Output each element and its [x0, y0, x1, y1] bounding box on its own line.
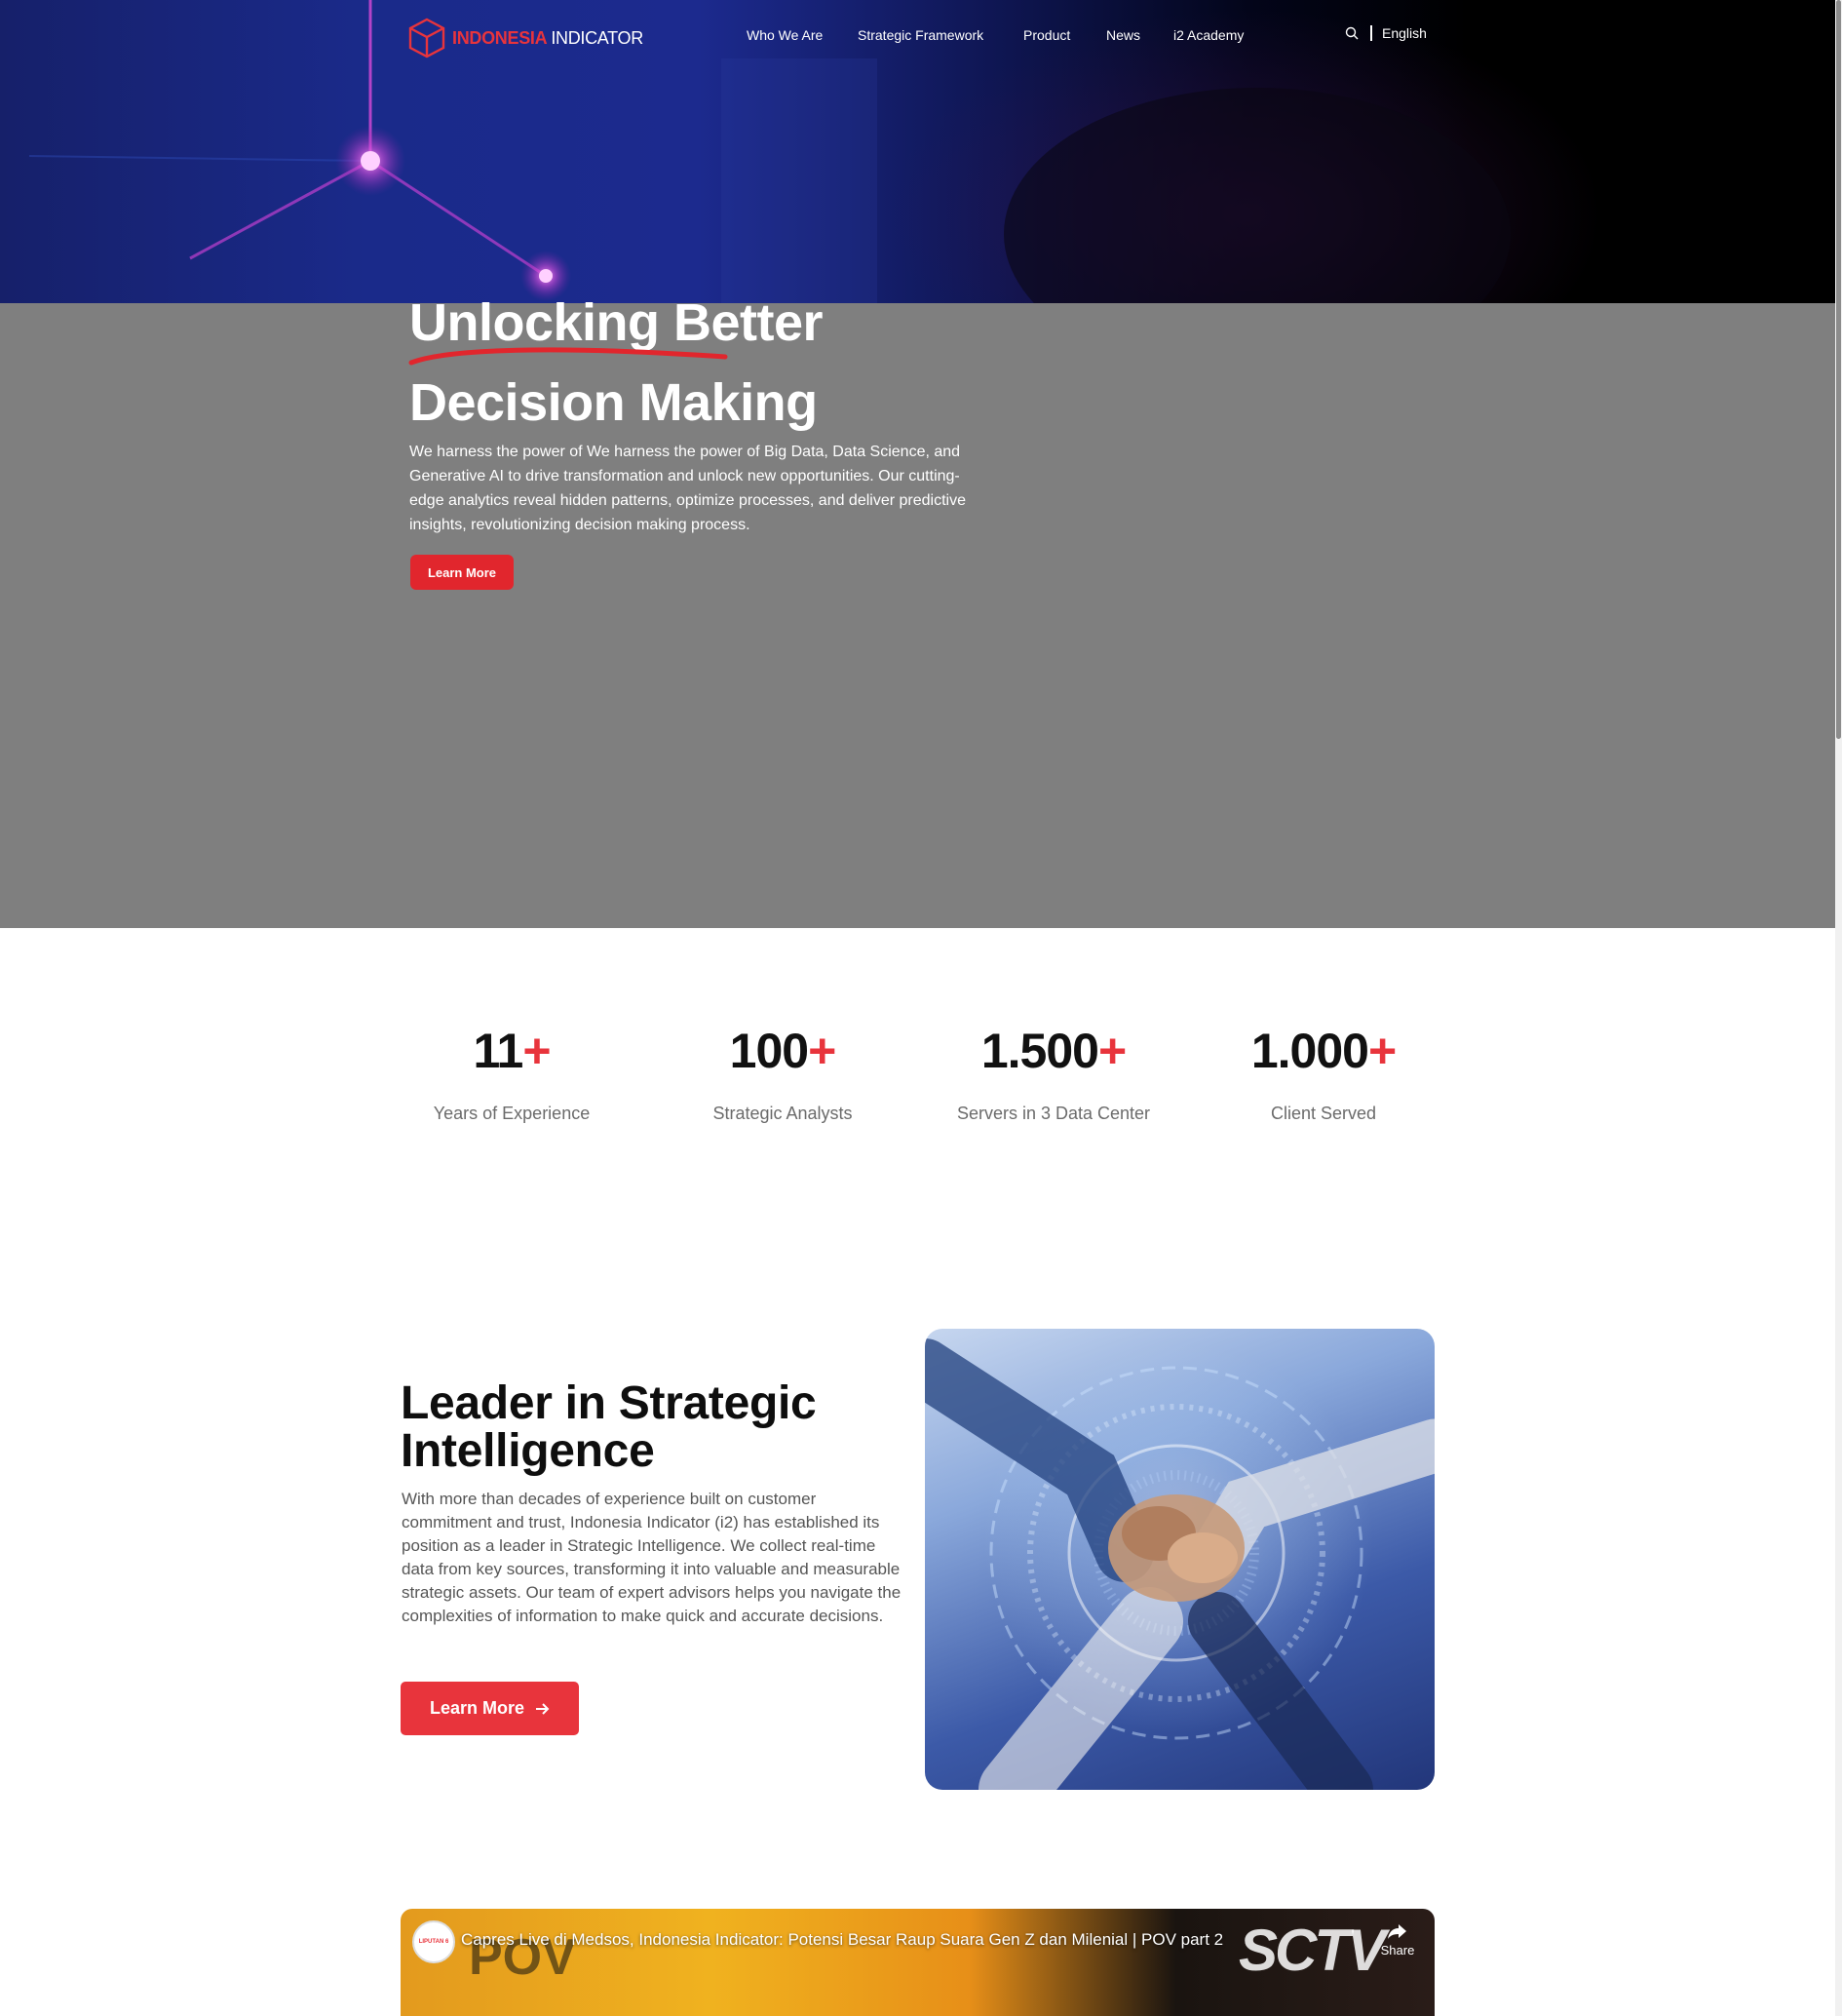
main-navigation: Who We Are Strategic Framework Product N…: [0, 27, 1835, 49]
video-channel-avatar[interactable]: LIPUTAN 6: [412, 1920, 455, 1963]
leader-description: With more than decades of experience bui…: [402, 1490, 902, 1625]
leader-title: Leader in Strategic Intelligence: [401, 1377, 817, 1477]
nav-product[interactable]: Product: [1023, 27, 1070, 43]
stat-label: Servers in 3 Data Center: [956, 1104, 1151, 1123]
share-icon: [1388, 1924, 1406, 1939]
hero-learn-more-button[interactable]: Learn More: [410, 555, 514, 590]
stat-item: 11+ Years of Experience: [375, 1024, 648, 1124]
leader-learn-more-button[interactable]: Learn More: [401, 1682, 579, 1735]
stat-label: Client Served: [1270, 1104, 1377, 1123]
stat-value: 1.000+: [1250, 1024, 1397, 1078]
arrow-right-icon: [536, 1702, 550, 1715]
leader-learn-more-label: Learn More: [429, 1698, 525, 1718]
stat-value: 100+: [729, 1024, 837, 1078]
stat-label: Strategic Analysts: [712, 1104, 853, 1123]
stat-item: 100+ Strategic Analysts: [646, 1024, 919, 1124]
nav-news[interactable]: News: [1106, 27, 1140, 43]
nav-i2-academy[interactable]: i2 Academy: [1173, 27, 1244, 43]
hero-title-line2: Decision Making: [409, 373, 818, 432]
nav-who-we-are[interactable]: Who We Are: [747, 27, 823, 43]
stat-item: 1.000+ Client Served: [1187, 1024, 1460, 1124]
nav-tools: English: [1345, 25, 1427, 41]
stat-item: 1.500+ Servers in 3 Data Center: [917, 1024, 1190, 1124]
nav-strategic-framework[interactable]: Strategic Framework: [858, 27, 983, 43]
teamwork-hands-image: [925, 1329, 1435, 1790]
stat-value: 1.500+: [980, 1024, 1127, 1078]
search-icon[interactable]: [1345, 26, 1359, 40]
hero-section: INDONESIA INDICATOR Who We Are Strategic …: [0, 0, 1835, 928]
video-brand-overlay: SCTV: [1239, 1918, 1386, 1983]
hero-description: We harness the power of We harness the p…: [409, 444, 966, 533]
stat-value: 11+: [473, 1024, 551, 1078]
language-selector[interactable]: English: [1382, 25, 1427, 41]
video-title[interactable]: Capres Live di Medsos, Indonesia Indicat…: [461, 1930, 1223, 1950]
video-share-button[interactable]: Share: [1375, 1922, 1420, 1958]
embedded-video[interactable]: POV SCTV LIPUTAN 6 Capres Live di Medsos…: [401, 1909, 1435, 2016]
video-share-label: Share: [1380, 1943, 1415, 1958]
stat-label: Years of Experience: [433, 1104, 591, 1123]
page-scrollbar-thumb[interactable]: [1836, 0, 1841, 739]
title-underline-swoosh: [408, 347, 728, 366]
nav-separator: [1370, 25, 1372, 41]
